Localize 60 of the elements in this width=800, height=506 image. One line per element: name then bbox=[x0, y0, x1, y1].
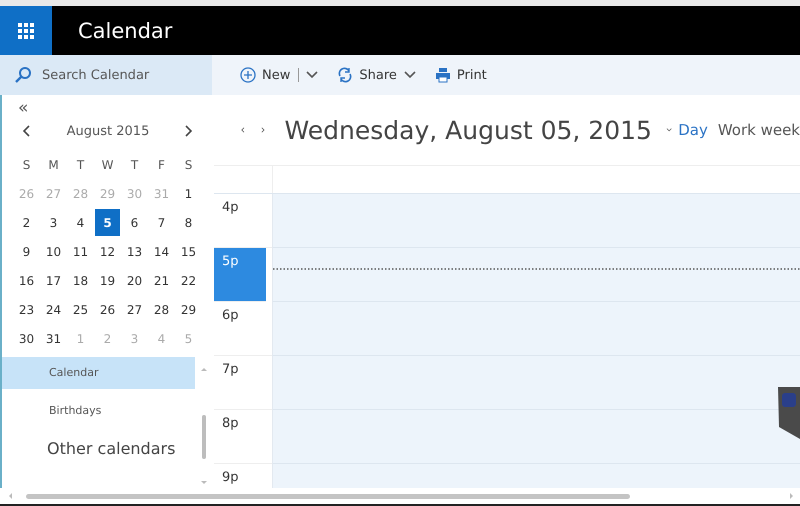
day-cell[interactable]: 18 bbox=[67, 266, 94, 295]
other-calendars-heading[interactable]: Other calendars bbox=[2, 433, 176, 465]
hour-label: 5p bbox=[214, 248, 266, 302]
weekday-label: F bbox=[157, 156, 166, 174]
weekday-label: W bbox=[100, 156, 114, 174]
day-cell[interactable]: 7 bbox=[148, 208, 175, 237]
print-button[interactable]: Print bbox=[432, 63, 489, 87]
weekday-label: S bbox=[184, 156, 194, 174]
share-icon bbox=[337, 67, 354, 83]
day-cell[interactable]: 10 bbox=[40, 237, 67, 266]
day-cell[interactable]: 19 bbox=[94, 266, 121, 295]
app-launcher-button[interactable] bbox=[0, 6, 52, 55]
day-cell[interactable]: 1 bbox=[175, 179, 202, 208]
day-cell[interactable]: 4 bbox=[67, 208, 94, 237]
day-cell[interactable]: 31 bbox=[40, 324, 67, 353]
day-cell[interactable]: 17 bbox=[40, 266, 67, 295]
day-cell[interactable]: 29 bbox=[175, 295, 202, 324]
new-button[interactable]: New bbox=[238, 63, 322, 87]
grid-icon bbox=[18, 22, 34, 38]
app-title: Calendar bbox=[78, 18, 172, 42]
day-cell[interactable]: 25 bbox=[67, 295, 94, 324]
search-field[interactable]: Search Calendar bbox=[40, 66, 194, 84]
weekday-label: S bbox=[22, 156, 32, 174]
month-label: August 2015 bbox=[66, 124, 150, 138]
weekday-label: T bbox=[76, 156, 86, 174]
day-cell[interactable]: 26 bbox=[94, 295, 121, 324]
day-cell[interactable]: 15 bbox=[175, 237, 202, 266]
calendar-list-item[interactable]: Birthdays bbox=[2, 395, 195, 427]
calendar-list-item[interactable]: Calendar bbox=[2, 357, 195, 389]
day-cell[interactable]: 22 bbox=[175, 266, 202, 295]
search-icon bbox=[14, 66, 32, 84]
day-cell[interactable]: 9 bbox=[13, 237, 40, 266]
weekday-label: T bbox=[130, 156, 140, 174]
day-cell[interactable]: 5 bbox=[95, 209, 120, 236]
day-cell[interactable]: 23 bbox=[13, 295, 40, 324]
day-cell[interactable]: 21 bbox=[148, 266, 175, 295]
floating-widget-icon[interactable] bbox=[776, 385, 800, 439]
share-button[interactable]: Share bbox=[335, 63, 419, 87]
day-cell[interactable]: 27 bbox=[121, 295, 148, 324]
plus-circle-icon bbox=[240, 67, 256, 83]
day-cell[interactable]: 6 bbox=[121, 208, 148, 237]
day-cell[interactable]: 28 bbox=[148, 295, 175, 324]
day-cell[interactable]: 20 bbox=[121, 266, 148, 295]
printer-icon bbox=[434, 67, 451, 83]
collapse-button[interactable]: « bbox=[18, 98, 28, 118]
day-cell[interactable]: 2 bbox=[13, 208, 40, 237]
day-cell[interactable]: 14 bbox=[148, 237, 175, 266]
day-cell[interactable]: 13 bbox=[121, 237, 148, 266]
day-cell[interactable]: 8 bbox=[175, 208, 202, 237]
view-tab[interactable]: Day bbox=[678, 121, 708, 139]
day-cell[interactable]: 16 bbox=[13, 266, 40, 295]
weekday-label: M bbox=[47, 156, 60, 174]
day-cell[interactable]: 3 bbox=[40, 208, 67, 237]
day-cell[interactable]: 30 bbox=[13, 324, 40, 353]
day-cell[interactable]: 11 bbox=[67, 237, 94, 266]
date-heading: Wednesday, August 05, 2015 bbox=[284, 116, 652, 144]
search-box[interactable]: Search Calendar bbox=[0, 55, 212, 95]
day-cell[interactable]: 12 bbox=[94, 237, 121, 266]
day-cell[interactable]: 24 bbox=[40, 295, 67, 324]
view-tab[interactable]: Work week bbox=[718, 121, 800, 139]
